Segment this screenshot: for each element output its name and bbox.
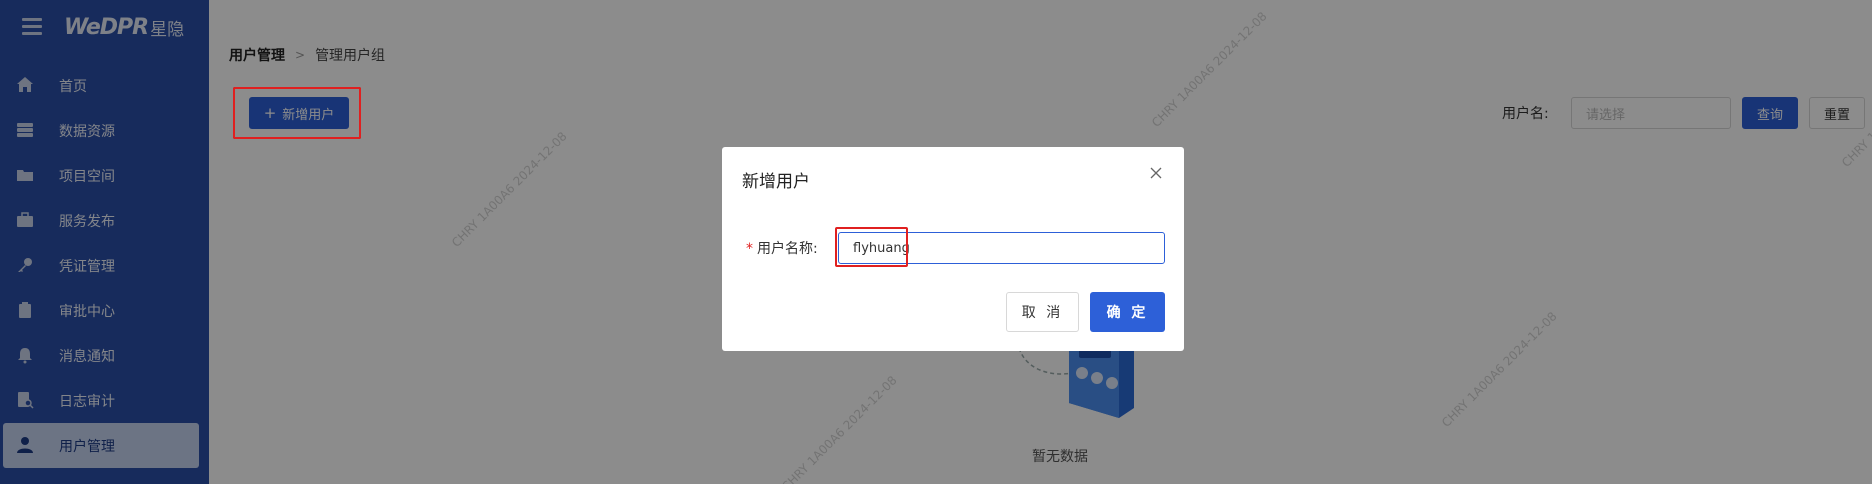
- app-root: WeDPR 星隐 首页 数据资源 项目空间 服务发布 凭证管理 审批中心 消息通…: [0, 0, 1872, 484]
- confirm-button[interactable]: 确 定: [1090, 292, 1165, 332]
- close-icon[interactable]: [1148, 165, 1164, 181]
- dialog-title: 新增用户: [742, 172, 810, 192]
- add-user-dialog: 新增用户 * 用户名称: flyhuang 取 消 确 定: [722, 147, 1184, 351]
- username-label-text: 用户名称:: [757, 241, 818, 257]
- username-field-label: * 用户名称:: [746, 238, 818, 258]
- highlight-box: [233, 87, 361, 139]
- required-mark: *: [746, 241, 753, 257]
- cancel-button[interactable]: 取 消: [1006, 292, 1079, 332]
- highlight-box: [835, 227, 908, 267]
